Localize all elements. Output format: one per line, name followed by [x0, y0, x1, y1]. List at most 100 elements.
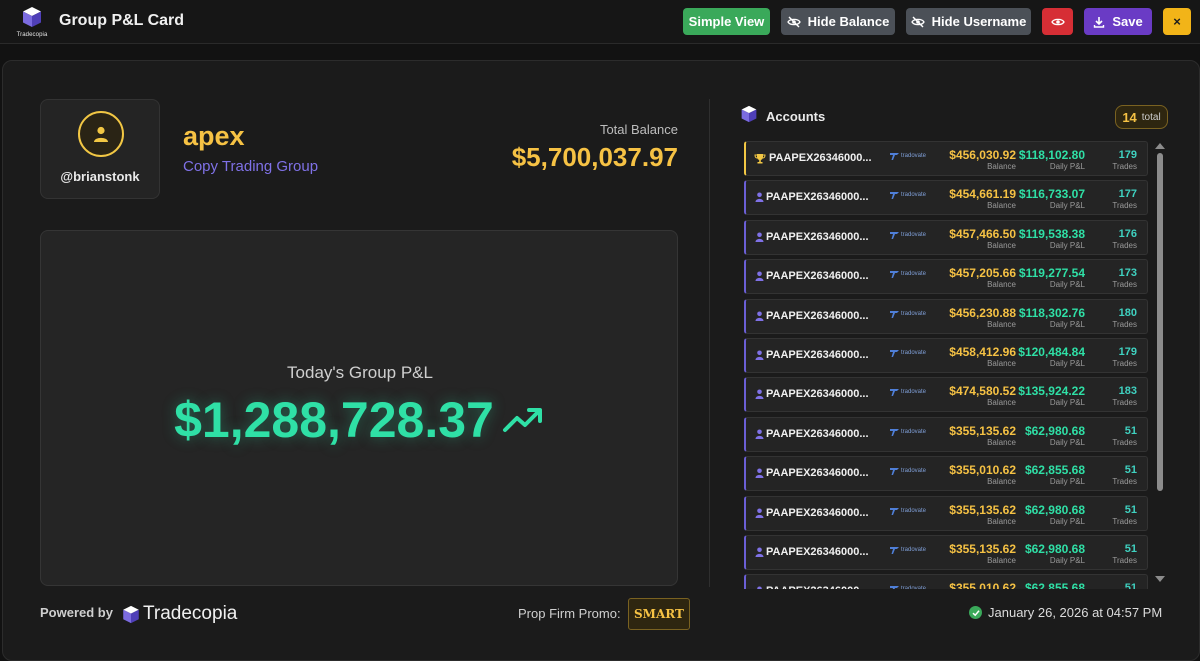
- account-trades: 177 Trades: [1112, 187, 1137, 210]
- account-row[interactable]: PAAPEX26346000... tradovate $355,135.62 Bal…: [744, 416, 1148, 452]
- trades-value: 179: [1118, 346, 1137, 358]
- tradovate-logo-icon: [890, 547, 899, 554]
- broker-logo: tradovate: [890, 270, 927, 279]
- toggle-visibility-button[interactable]: [1042, 8, 1073, 35]
- promo-code-badge[interactable]: SMART: [628, 598, 690, 630]
- broker-logo: tradovate: [890, 428, 926, 436]
- account-row[interactable]: PAAPEX26346000... tradovate $457,205.66 Bal…: [744, 259, 1148, 295]
- account-row[interactable]: PAAPEX26346000... tradovate $458,412.96 Bal…: [744, 338, 1148, 373]
- account-balance: $355,135.62 Balance: [949, 542, 1016, 565]
- balance-value: $454,661.19: [949, 187, 1016, 202]
- trades-label: Trades: [1112, 319, 1137, 329]
- account-balance: $456,030.92 Balance: [949, 148, 1016, 171]
- timestamp: January 26, 2026 at 04:57 PM: [988, 605, 1163, 620]
- broker-logo: tradovate: [890, 231, 926, 239]
- daily-pnl-label: Daily P&L: [1049, 201, 1085, 211]
- daily-pnl-value: $120,484.84: [1018, 345, 1085, 359]
- trades-label: Trades: [1112, 556, 1137, 565]
- user-icon: [755, 350, 764, 360]
- balance-label: Balance: [987, 162, 1016, 171]
- balance-label: Balance: [987, 477, 1016, 487]
- account-daily-pnl: $62,855.68Daily P&L: [1025, 463, 1085, 486]
- broker-name: tradovate: [901, 468, 927, 475]
- save-button[interactable]: Save: [1084, 8, 1152, 35]
- app-header: Tradecopia Group P&L Card Simple View Hi…: [0, 0, 1200, 44]
- broker-name: tradovate: [901, 350, 927, 356]
- account-row[interactable]: PAAPEX26346000... tradovate $355,135.62 Bal…: [744, 535, 1148, 570]
- account-row[interactable]: PAAPEX26346000... tradovate $454,661.19 Bal…: [744, 180, 1148, 216]
- balance-value: $355,010.62: [949, 463, 1016, 478]
- tradovate-logo-icon: [890, 231, 899, 239]
- balance-label: Balance: [987, 201, 1016, 211]
- daily-pnl-value: $118,102.80: [1018, 148, 1085, 162]
- panel-divider: [709, 99, 710, 587]
- user-icon: [755, 508, 764, 518]
- account-balance: $454,661.19 Balance: [949, 187, 1016, 210]
- user-icon: [757, 586, 762, 589]
- balance-value: $456,030.92: [949, 148, 1016, 162]
- user-icon: [755, 271, 764, 282]
- tradovate-logo-icon: [890, 468, 899, 476]
- hide-balance-button[interactable]: Hide Balance: [781, 8, 895, 35]
- broker-name: tradovate: [901, 310, 927, 317]
- balance-label: Balance: [987, 437, 1016, 447]
- daily-pnl-value: $62,980.68: [1024, 542, 1085, 556]
- account-daily-pnl: $118,302.76 Daily P&L: [1019, 306, 1085, 329]
- group-pnl-value: $1,288,728.37: [174, 392, 494, 448]
- scroll-down-arrow-icon[interactable]: [1155, 576, 1165, 582]
- accounts-scrollbar[interactable]: [1154, 141, 1166, 587]
- hide-balance-label: Hide Balance: [807, 14, 890, 29]
- tradovate-logo-icon: [890, 428, 899, 436]
- daily-pnl-value: $62,980.68: [1024, 502, 1085, 517]
- close-button[interactable]: ×: [1163, 8, 1191, 35]
- page-title: Group P&L Card: [59, 12, 185, 29]
- powered-by-label: Powered by: [40, 605, 113, 620]
- trades-label: Trades: [1112, 359, 1137, 368]
- simple-view-label: Simple View: [688, 14, 765, 29]
- account-trades: 183 Trades: [1112, 384, 1137, 407]
- trades-value: 176: [1118, 227, 1137, 240]
- daily-pnl-label: Daily P&L: [1049, 280, 1085, 290]
- balance-value: $474,580.52: [949, 384, 1016, 399]
- accounts-list[interactable]: PAAPEX26346000... tradovate $456,030.92 Bal…: [744, 141, 1149, 589]
- group-pnl-row: $1,288,728.37: [41, 391, 679, 449]
- account-name: PAAPEX26346000...: [766, 270, 869, 283]
- account-row[interactable]: PAAPEX26346000... tradovate $457,466.50 Bal…: [744, 219, 1148, 255]
- trophy-icon: [754, 154, 766, 164]
- broker-logo: tradovate: [890, 467, 927, 476]
- account-daily-pnl: $62,980.68 Daily P&L: [1025, 542, 1085, 565]
- account-row[interactable]: PAAPEX26346000... tradovate $456,230.88 Bal…: [744, 298, 1148, 334]
- trending-up-icon: [502, 408, 542, 432]
- check-circle-icon: [969, 606, 982, 619]
- simple-view-button[interactable]: Simple View: [683, 8, 770, 35]
- trades-value: 51: [1124, 424, 1137, 437]
- account-balance: $355,135.62 Balance: [949, 503, 1016, 526]
- footer-brand-name: Tradecopia: [143, 603, 238, 624]
- trades-value: 173: [1118, 267, 1137, 280]
- account-row[interactable]: PAAPEX26346000... tradovate $355,135.62 Bal…: [744, 495, 1148, 531]
- broker-name: tradovate: [901, 271, 927, 278]
- account-row[interactable]: PAAPEX26346000... tradovate $474,580.52 Bal…: [744, 377, 1148, 413]
- trades-value: 51: [1124, 582, 1137, 589]
- balance-label: Balance: [987, 398, 1016, 408]
- daily-pnl-value: $62,980.68: [1024, 423, 1085, 438]
- account-name: PAAPEX26346000...: [766, 506, 869, 519]
- daily-pnl-value: $62,855.68: [1024, 463, 1085, 478]
- scrollbar-thumb[interactable]: [1157, 153, 1163, 491]
- hide-username-button[interactable]: Hide Username: [906, 8, 1031, 35]
- account-name: PAAPEX26346000...: [766, 585, 886, 589]
- balance-value: $355,010.62: [949, 581, 1016, 589]
- account-row[interactable]: PAAPEX26346000... tradovate $456,030.92 Bal…: [744, 141, 1148, 176]
- scroll-up-arrow-icon[interactable]: [1155, 143, 1165, 149]
- account-row[interactable]: PAAPEX26346000... tradovate $355,010.62Bal…: [744, 574, 1148, 589]
- account-row[interactable]: PAAPEX26346000... tradovate $355,010.62Bal…: [744, 456, 1148, 492]
- daily-pnl-label: Daily P&L: [1049, 319, 1085, 329]
- balance-value: $355,135.62: [949, 423, 1016, 438]
- user-icon: [755, 547, 764, 557]
- account-daily-pnl: $62,980.68 Daily P&L: [1025, 503, 1085, 526]
- group-pnl-label: Today's Group P&L: [287, 363, 433, 382]
- trades-value: 179: [1118, 149, 1137, 161]
- trades-value: 177: [1118, 188, 1137, 201]
- broker-name: tradovate: [901, 192, 927, 199]
- eye-slash-icon: [910, 16, 925, 27]
